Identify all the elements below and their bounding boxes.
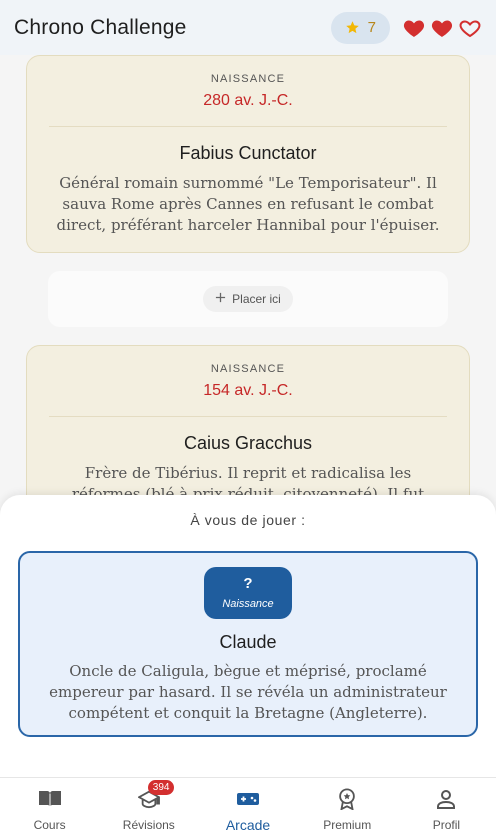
header-status: 7 (330, 11, 482, 44)
divider (49, 416, 447, 417)
gamepad-icon (235, 788, 261, 810)
nav-premium[interactable]: Premium (298, 778, 397, 835)
heart-full-icon (430, 16, 454, 40)
nav-label: Premium (323, 818, 372, 832)
heart-empty-icon (458, 16, 482, 40)
event-description: Frère de Tibérius. Il reprit et radicali… (71, 464, 425, 495)
app-title: Chrono Challenge (14, 15, 187, 39)
event-description: Général romain surnommé "Le Temporisateu… (56, 174, 440, 234)
revisions-count-badge: 394 (147, 780, 175, 795)
drop-slot[interactable]: Placer ici (48, 271, 448, 327)
event-date: 280 av. J.-C. (203, 92, 293, 109)
nav-label: Profil (432, 818, 461, 832)
sheet-title: À vous de jouer : (190, 512, 306, 528)
nav-arcade[interactable]: Arcade (198, 778, 297, 835)
score-pill: 7 (330, 11, 390, 44)
event-type-label: NAISSANCE (210, 73, 286, 85)
current-card[interactable]: ? Naissance Claude Oncle de Caligula, bè… (18, 551, 478, 737)
nav-label: Arcade (225, 817, 271, 833)
lives (402, 16, 482, 40)
book-icon (37, 788, 63, 810)
card-name: Claude (219, 632, 277, 652)
question-mark: ? (243, 575, 253, 592)
place-here-label: Placer ici (232, 292, 281, 306)
person-icon (433, 788, 459, 810)
nav-profil[interactable]: Profil (397, 778, 496, 835)
event-name: Caius Gracchus (183, 433, 313, 453)
bottom-nav: Cours 394 Révisions Arcade Premium Profi… (0, 777, 496, 835)
divider (49, 126, 447, 127)
nav-label: Cours (33, 818, 66, 832)
timeline-card[interactable]: NAISSANCE 154 av. J.-C. Caius Gracchus F… (26, 345, 470, 495)
event-name: Fabius Cunctator (179, 143, 317, 163)
event-date: 154 av. J.-C. (203, 382, 293, 399)
score-value: 7 (367, 19, 376, 36)
badge-label: Naissance (222, 598, 274, 610)
app-header: Chrono Challenge 7 (0, 0, 496, 55)
place-here-button[interactable]: Placer ici (203, 286, 293, 312)
nav-cours[interactable]: Cours (0, 778, 99, 835)
award-icon (334, 788, 360, 810)
play-sheet: À vous de jouer : ? Naissance Claude Onc… (0, 495, 496, 777)
plus-icon (215, 292, 226, 306)
graduation-cap-icon: 394 (136, 780, 175, 810)
heart-full-icon (402, 16, 426, 40)
nav-label: Révisions (122, 818, 175, 832)
nav-revisions[interactable]: 394 Révisions (99, 778, 198, 835)
event-type-label: NAISSANCE (210, 363, 286, 375)
card-description: Oncle de Caligula, bègue et méprisé, pro… (49, 662, 447, 722)
timeline-card[interactable]: NAISSANCE 280 av. J.-C. Fabius Cunctator… (26, 55, 470, 253)
timeline-scroll-area[interactable]: NAISSANCE 280 av. J.-C. Fabius Cunctator… (0, 55, 496, 495)
unknown-date-badge: ? Naissance (204, 567, 292, 619)
star-icon (345, 20, 360, 35)
